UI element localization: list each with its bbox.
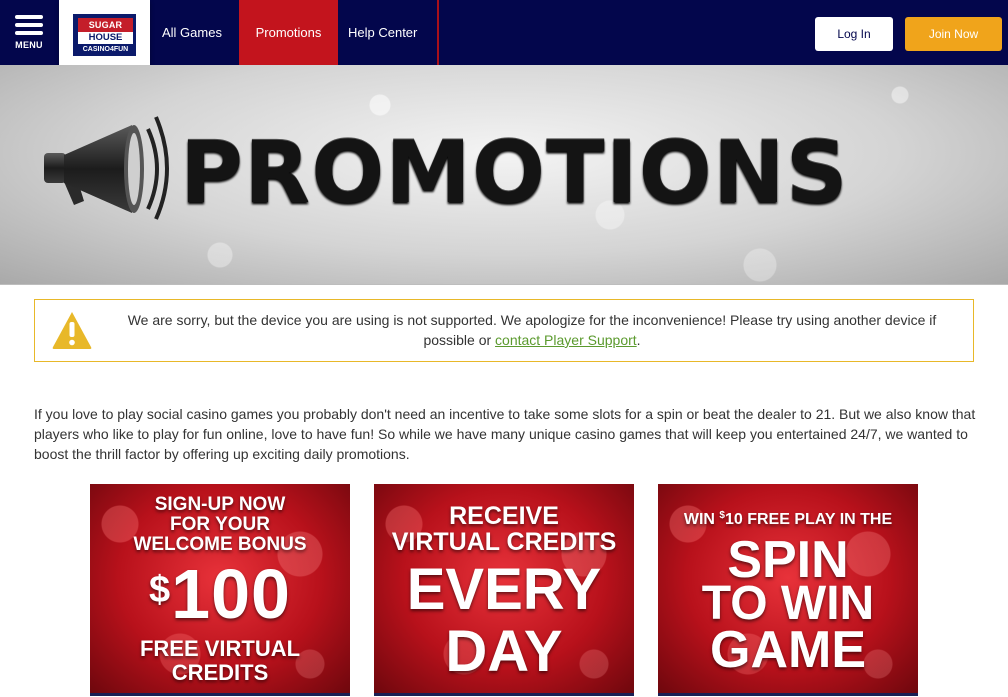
logo-text-bottom: CASINO4FUN [82, 46, 129, 53]
promo-card-daily-credits[interactable]: RECEIVE VIRTUAL CREDITS EVERY DAY [374, 484, 634, 696]
contact-support-link[interactable]: contact Player Support [495, 332, 637, 348]
nav-divider [437, 0, 439, 65]
card1-dollar-sign: $ [149, 569, 172, 611]
menu-label: MENU [15, 40, 43, 50]
card1-amount: $100 [90, 554, 350, 634]
top-nav: MENU SUGAR HOUSE CASINO4FUN All Games Pr… [0, 0, 1008, 70]
nav-promotions[interactable]: Promotions [239, 0, 338, 65]
intro-paragraph: If you love to play social casino games … [34, 406, 976, 462]
card1-line2: FOR YOUR [170, 514, 270, 535]
card3-line1: WIN $10 FREE PLAY IN THE [658, 510, 918, 529]
card2-line1: RECEIVE [449, 502, 559, 530]
alert-end: . [636, 332, 641, 348]
join-now-button[interactable]: Join Now [905, 17, 1002, 51]
megaphone-icon [44, 116, 169, 220]
logo-text-top: SUGAR [78, 18, 133, 32]
logo-link[interactable]: SUGAR HOUSE CASINO4FUN [59, 0, 150, 70]
menu-button[interactable]: MENU [0, 0, 58, 65]
card1-line1: SIGN-UP NOW [154, 494, 286, 515]
card3-line1b: 10 FREE PLAY IN THE [724, 511, 893, 528]
card1-line3: WELCOME BONUS [133, 534, 307, 555]
logo-text-mid: HOUSE [78, 32, 133, 44]
sugarhouse-logo: SUGAR HOUSE CASINO4FUN [73, 14, 136, 56]
card1-line5: CREDITS [171, 660, 269, 685]
promo-card-welcome-bonus[interactable]: SIGN-UP NOW FOR YOUR WELCOME BONUS $100 … [90, 484, 350, 696]
card3-line4: GAME [710, 621, 866, 679]
card1-line4: FREE VIRTUAL [139, 636, 301, 661]
nav-help-center[interactable]: Help Center [348, 0, 417, 65]
alert-message: We are sorry, but the device you are usi… [101, 310, 963, 350]
card2-line4: DAY [445, 619, 563, 684]
card2-line3: EVERY [406, 557, 602, 622]
card2-line2: VIRTUAL CREDITS [391, 528, 617, 556]
promo-card-spin-to-win[interactable]: WIN $10 FREE PLAY IN THE SPIN TO WIN GAM… [658, 484, 918, 696]
hero-title: PROMOTIONS [180, 123, 849, 223]
card3-line1a: WIN [683, 511, 720, 528]
unsupported-device-alert: We are sorry, but the device you are usi… [34, 299, 974, 362]
warning-icon [52, 312, 92, 349]
nav-all-games[interactable]: All Games [162, 0, 222, 65]
hamburger-icon [15, 15, 43, 39]
card1-amount-value: 100 [171, 555, 291, 633]
login-button[interactable]: Log In [815, 17, 893, 51]
promotions-hero-banner: PROMOTIONS [0, 65, 1008, 285]
